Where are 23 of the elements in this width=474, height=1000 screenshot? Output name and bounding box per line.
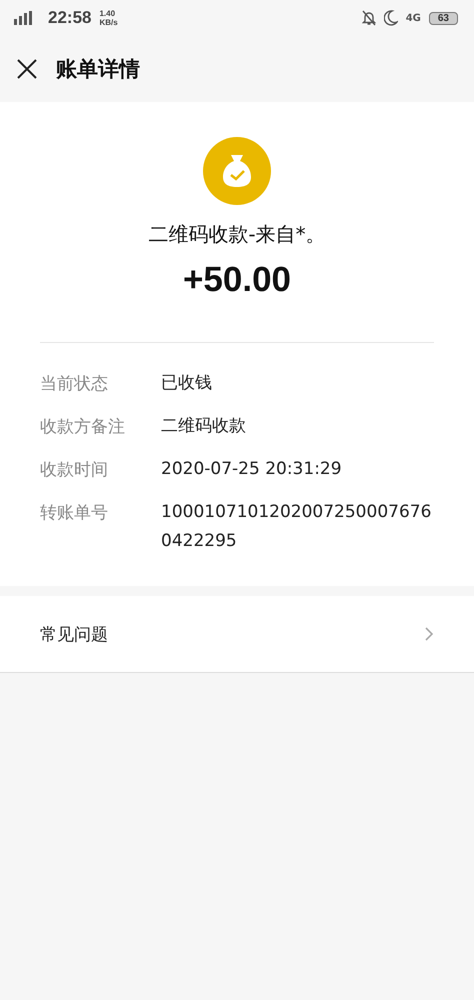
money-bag-icon <box>203 137 271 205</box>
transaction-title: 二维码收款-来自*。 <box>148 221 326 248</box>
chevron-right-icon <box>424 626 434 642</box>
detail-label: 收款方备注 <box>40 416 126 439</box>
close-button[interactable] <box>16 58 38 80</box>
detail-label: 转账单号 <box>40 502 109 525</box>
detail-value: 二维码收款 <box>161 415 247 438</box>
detail-value: 已收钱 <box>161 372 213 395</box>
detail-value: 2020-07-25 20:31:29 <box>161 458 343 481</box>
moon-icon <box>384 10 398 26</box>
page-title: 账单详情 <box>56 56 140 83</box>
detail-value: 10001071012020072500076760422295 <box>161 501 432 553</box>
network-type: 4G <box>406 12 421 24</box>
status-time: 22:58 <box>48 8 92 28</box>
battery-icon: 63 <box>428 12 458 24</box>
speed-unit: KB/s <box>99 18 118 27</box>
detail-label: 收款时间 <box>40 459 109 482</box>
network-speed: 1.40 <box>99 9 116 18</box>
amount: +50.00 <box>182 260 292 300</box>
faq-item[interactable]: 常见问题 <box>0 596 474 673</box>
detail-label: 当前状态 <box>40 373 109 396</box>
faq-label: 常见问题 <box>40 624 108 646</box>
bell-off-icon <box>362 10 376 26</box>
